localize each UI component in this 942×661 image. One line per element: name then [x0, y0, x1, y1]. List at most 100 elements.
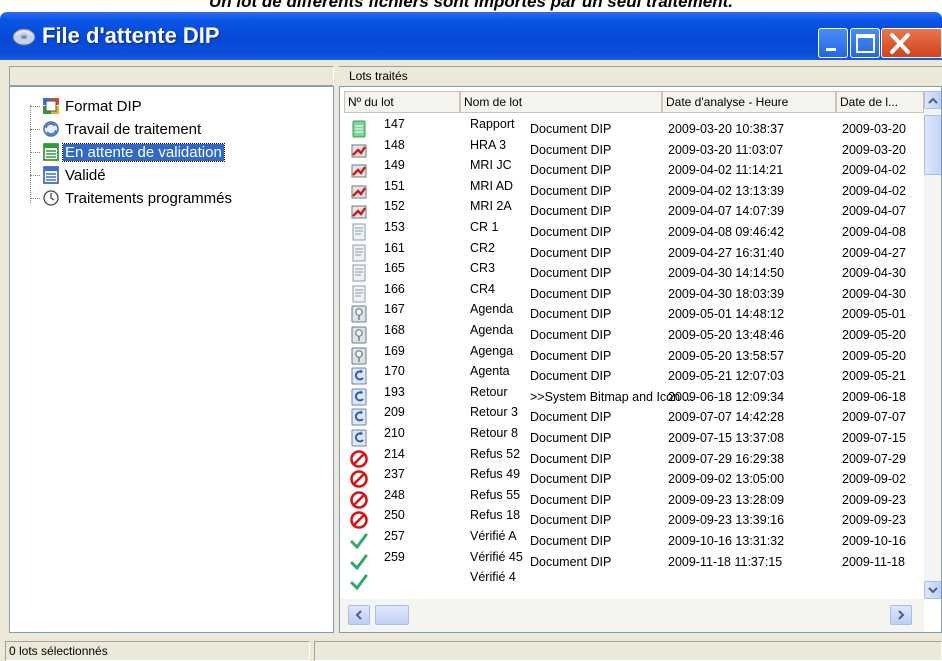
- scroll-right-button[interactable]: [890, 605, 912, 625]
- cell-analysis-date: 2009-05-20 13:58:57: [668, 348, 785, 363]
- scroll-up-button[interactable]: [924, 91, 941, 109]
- cell-batch-number: 170: [384, 364, 405, 379]
- list-rows: 147 Rapport Document DIP 2009-03-20 10:38:3…: [340, 117, 926, 597]
- table-row[interactable]: 167 Agenda Document DIP 2009-05-01 14:48:12…: [340, 302, 926, 324]
- cell-document-type: Document DIP: [530, 554, 612, 569]
- agenda-icon: [351, 347, 367, 365]
- report-icon: [352, 120, 366, 138]
- minimize-button[interactable]: [818, 28, 848, 58]
- column-header-date2[interactable]: Date de l...: [836, 91, 924, 113]
- document-icon: [352, 223, 366, 241]
- cell-analysis-date: 2009-09-23 13:28:09: [668, 492, 785, 507]
- table-row[interactable]: 257 Vérifié A Document DIP 2009-10-16 13:31…: [340, 529, 926, 551]
- column-header-num[interactable]: Nº du lot: [344, 91, 460, 113]
- cell-analysis-date: 2009-11-18 11:37:15: [668, 554, 783, 569]
- return-icon: [351, 367, 367, 385]
- cell-batch-name: Refus 52: [470, 446, 521, 461]
- horizontal-scrollbar[interactable]: [340, 599, 924, 632]
- table-row[interactable]: 147 Rapport Document DIP 2009-03-20 10:38:3…: [340, 117, 926, 139]
- table-row[interactable]: Vérifié 4: [340, 570, 926, 592]
- table-row[interactable]: 193 Retour >>System Bitmap and Icon ... 200…: [340, 385, 926, 407]
- refresh-icon: [43, 121, 59, 137]
- cell-batch-name: Retour 8: [470, 426, 518, 440]
- scroll-left-button[interactable]: [348, 605, 370, 625]
- table-row[interactable]: 248 Refus 55 Document DIP 2009-09-23 13:28:…: [340, 488, 926, 510]
- vertical-scroll-thumb[interactable]: [924, 115, 941, 175]
- table-row[interactable]: 259 Vérifié 45 Document DIP 2009-11-18 11:3…: [340, 550, 926, 572]
- batch-list[interactable]: Nº du lot Nom de lot Date d'analyse - He…: [339, 86, 942, 633]
- cell-document-type: Document DIP: [530, 410, 612, 425]
- cell-batch-name: MRI AD: [470, 178, 514, 193]
- tree-item-travail[interactable]: Travail de traitement: [30, 118, 203, 140]
- window-title: File d'attente DIP: [42, 23, 220, 48]
- cell-date2: 2009-09-23: [842, 513, 906, 528]
- cell-document-type: Document DIP: [530, 369, 612, 384]
- close-button[interactable]: [881, 28, 942, 58]
- cell-date2: 2009-06-18: [842, 389, 906, 404]
- cell-batch-name: Rapport: [470, 117, 515, 131]
- cell-batch-number: 152: [384, 199, 405, 214]
- cell-batch-name: CR4: [470, 281, 496, 296]
- tree-item-valide[interactable]: Validé: [30, 164, 108, 186]
- table-row[interactable]: 214 Refus 52 Document DIP 2009-07-29 16:29:…: [340, 447, 926, 469]
- table-row[interactable]: 149 MRI JC Document DIP 2009-04-02 11:14:21…: [340, 158, 926, 180]
- cell-batch-name: HRA 3: [470, 137, 507, 152]
- column-header-date[interactable]: Date d'analyse - Heure: [662, 91, 836, 113]
- title-bar[interactable]: File d'attente DIP: [0, 12, 942, 60]
- horizontal-scroll-thumb[interactable]: [375, 605, 409, 625]
- tree-item-label: En attente de validation: [62, 142, 225, 162]
- cell-batch-number: 257: [384, 529, 405, 543]
- refused-icon: [350, 470, 368, 488]
- status-bar: 0 lots sélectionnés: [0, 641, 942, 661]
- tree-item-label: Traitements programmés: [65, 189, 232, 207]
- table-row[interactable]: 237 Refus 49 Document DIP 2009-09-02 13:05:…: [340, 467, 926, 489]
- cell-document-type: Document DIP: [530, 286, 612, 301]
- cell-document-type: Document DIP: [530, 492, 612, 507]
- tree-header: [9, 66, 334, 86]
- mri-icon: [351, 144, 367, 158]
- table-row[interactable]: 166 CR4 Document DIP 2009-04-30 18:03:39 200…: [340, 282, 926, 304]
- table-row[interactable]: 170 Agenta Document DIP 2009-05-21 12:07:03…: [340, 364, 926, 386]
- table-row[interactable]: 210 Retour 8 Document DIP 2009-07-15 13:37:…: [340, 426, 926, 448]
- cell-date2: 2009-03-20: [842, 122, 906, 136]
- cell-batch-number: 161: [384, 240, 405, 255]
- cell-document-type: Document DIP: [530, 451, 612, 466]
- cell-analysis-date: 2009-05-20 13:48:46: [668, 328, 785, 342]
- table-row[interactable]: 250 Refus 18 Document DIP 2009-09-23 13:39:…: [340, 508, 926, 530]
- table-row[interactable]: 148 HRA 3 Document DIP 2009-03-20 11:03:07 2…: [340, 138, 926, 160]
- cell-document-type: Document DIP: [530, 472, 612, 487]
- cell-date2: 2009-05-20: [842, 328, 906, 342]
- chevron-down-icon: [928, 587, 938, 594]
- table-row[interactable]: 153 CR 1 Document DIP 2009-04-08 09:46:42 20…: [340, 220, 926, 242]
- agenda-icon: [351, 305, 367, 323]
- column-header-name[interactable]: Nom de lot: [460, 91, 662, 113]
- vertical-scrollbar[interactable]: [924, 91, 941, 599]
- table-row[interactable]: 209 Retour 3 Document DIP 2009-07-07 14:42:…: [340, 405, 926, 427]
- return-icon: [351, 388, 367, 406]
- column-headers: Nº du lot Nom de lot Date d'analyse - He…: [340, 91, 926, 113]
- tree-item-traitements-programmes[interactable]: Traitements programmés: [30, 187, 234, 209]
- table-row[interactable]: 161 CR2 Document DIP 2009-04-27 16:31:40 200…: [340, 241, 926, 263]
- cell-batch-number: 167: [384, 302, 405, 317]
- disc-icon: [12, 28, 36, 46]
- table-row[interactable]: 165 CR3 Document DIP 2009-04-30 14:14:50 200…: [340, 261, 926, 283]
- tree-item-en-attente[interactable]: En attente de validation: [30, 141, 225, 163]
- table-row[interactable]: 168 Agenda Document DIP 2009-05-20 13:48:46…: [340, 323, 926, 345]
- table-row[interactable]: 151 MRI AD Document DIP 2009-04-02 13:13:39…: [340, 179, 926, 201]
- table-row[interactable]: 169 Agenga Document DIP 2009-05-20 13:58:57…: [340, 344, 926, 366]
- table-row[interactable]: 152 MRI 2A Document DIP 2009-04-07 14:07:39…: [340, 199, 926, 221]
- tree-item-format-dip[interactable]: Format DIP: [30, 95, 144, 117]
- cell-batch-name: Agenga: [470, 343, 514, 358]
- cell-batch-name: Vérifié A: [470, 529, 517, 543]
- scroll-down-button[interactable]: [924, 581, 941, 599]
- cell-analysis-date: 2009-07-29 16:29:38: [668, 451, 785, 466]
- cell-document-type: Document DIP: [530, 513, 612, 528]
- mri-icon: [351, 205, 367, 219]
- maximize-button[interactable]: [850, 28, 880, 58]
- verified-icon: [350, 554, 368, 570]
- cell-batch-number: 149: [384, 158, 405, 173]
- tree-view[interactable]: Format DIP Travail de traitement En atte…: [9, 86, 334, 633]
- cell-analysis-date: 2009-04-30 18:03:39: [668, 286, 785, 301]
- cell-document-type: Document DIP: [530, 163, 612, 178]
- cell-date2: 2009-07-15: [842, 431, 906, 445]
